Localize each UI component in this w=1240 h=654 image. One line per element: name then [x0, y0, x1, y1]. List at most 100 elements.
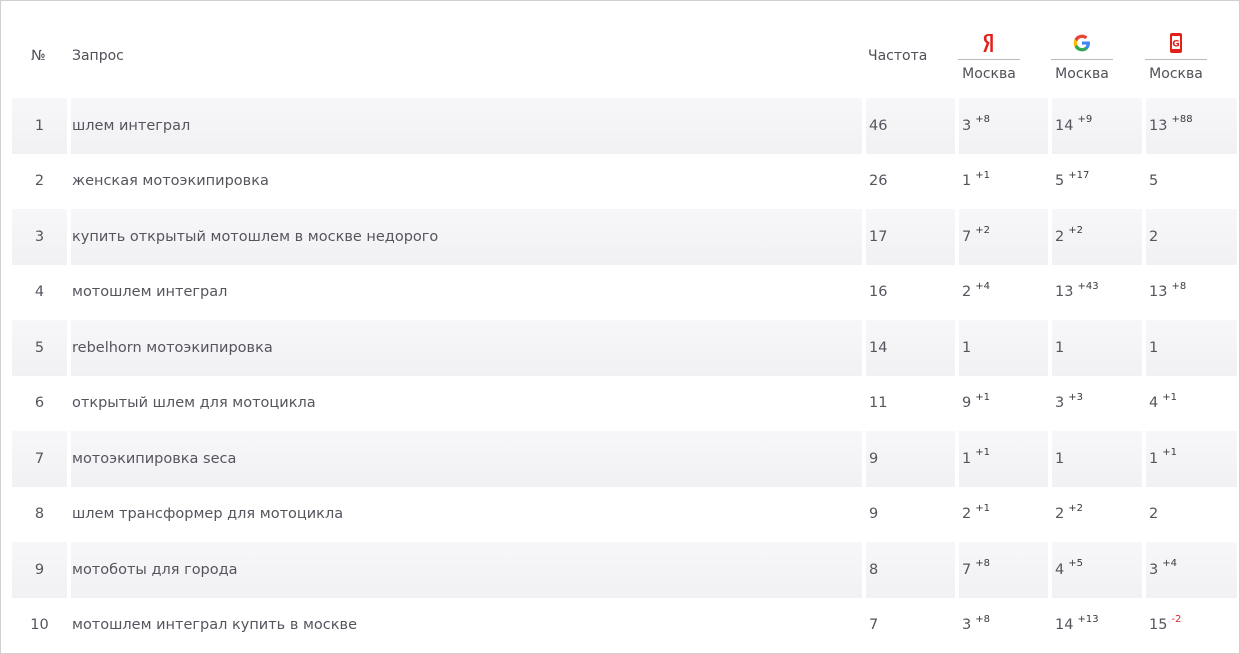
column-header-number: № [31, 48, 46, 64]
google-rank: 2 [1055, 228, 1065, 245]
table-row: 5 rebelhorn мотоэкипировка 14 1 1 1 [12, 320, 1237, 376]
query-frequency: 7 [869, 617, 879, 634]
yandex-rank-change: +1 [975, 502, 990, 514]
svg-text:G: G [1172, 40, 1179, 50]
google-icon [1051, 31, 1113, 55]
query-text: женская мотоэкипировка [72, 173, 269, 190]
query-frequency: 9 [869, 506, 879, 523]
google-rank: 2 [1055, 506, 1065, 523]
table-row: 10 мотошлем интеграл купить в москве 7 3 +8 1… [12, 598, 1237, 654]
row-number: 6 [34, 395, 45, 412]
yandex-position: 1 +1 [962, 431, 1052, 487]
google-rank-change: +2 [1068, 502, 1083, 514]
table-row: 7 мотоэкипировка seca 9 1 +1 1 1 +1 [12, 431, 1237, 487]
google-rank-change: +17 [1068, 169, 1090, 181]
google-position: 2 +2 [1055, 209, 1145, 265]
column-separator [67, 431, 71, 487]
mobile-rank-change: +88 [1171, 114, 1193, 126]
mobile-rank-change: +1 [1162, 391, 1177, 403]
google-rank: 14 [1055, 117, 1074, 134]
column-separator [955, 209, 959, 265]
yandex-rank-change: +8 [975, 114, 990, 126]
yandex-rank: 2 [962, 506, 972, 523]
yandex-rank: 3 [962, 117, 972, 134]
query-frequency: 14 [869, 339, 888, 356]
yandex-rank-change: +1 [975, 391, 990, 403]
yandex-position: 3 +8 [962, 98, 1052, 154]
query-frequency: 9 [869, 450, 879, 467]
column-separator [862, 320, 866, 376]
column-header-frequency: Частота [868, 48, 928, 64]
google-rank: 5 [1055, 173, 1065, 190]
row-number: 5 [34, 339, 45, 356]
column-separator [862, 98, 866, 154]
google-position: 1 [1055, 431, 1145, 487]
google-position: 2 +2 [1055, 487, 1145, 543]
query-text: мотошлем интеграл [72, 284, 228, 301]
google-rank: 14 [1055, 617, 1074, 634]
yandex-rank: 2 [962, 284, 972, 301]
query-frequency: 8 [869, 561, 879, 578]
mobile-city-label: Москва [1149, 66, 1203, 82]
yandex-rank-change: +8 [975, 613, 990, 625]
mobile-position: 13 +8 [1149, 265, 1239, 321]
mobile-position: 13 +88 [1149, 98, 1239, 154]
mobile-position: 2 [1149, 487, 1239, 543]
table-header: № Запрос Частота Москва Москва G Москва [12, 1, 1237, 98]
column-separator [862, 542, 866, 598]
mobile-position: 4 +1 [1149, 376, 1239, 432]
mobile-rank: 15 [1149, 617, 1168, 634]
row-number: 4 [34, 284, 45, 301]
mobile-rank: 2 [1149, 228, 1159, 245]
google-city-label: Москва [1055, 66, 1109, 82]
yandex-rank: 3 [962, 617, 972, 634]
query-frequency: 17 [869, 228, 888, 245]
mobile-rank-change: +4 [1162, 558, 1177, 570]
google-position: 4 +5 [1055, 542, 1145, 598]
mobile-position: 1 [1149, 320, 1239, 376]
google-rank-change: +3 [1068, 391, 1083, 403]
google-position: 3 +3 [1055, 376, 1145, 432]
google-position: 5 +17 [1055, 154, 1145, 210]
table-row: 1 шлем интеграл 46 3 +8 14 +9 13 +88 [12, 98, 1237, 154]
column-separator [862, 431, 866, 487]
query-text: шлем интеграл [72, 117, 191, 134]
google-rank-change: +13 [1077, 613, 1099, 625]
row-number: 9 [34, 561, 45, 578]
query-text: rebelhorn мотоэкипировка [72, 339, 273, 356]
google-position: 14 +13 [1055, 598, 1145, 654]
google-rank-change: +43 [1077, 280, 1099, 292]
rankings-table: № Запрос Частота Москва Москва G Москва … [12, 1, 1237, 653]
header-divider [958, 59, 1020, 60]
google-rank-change: +9 [1077, 114, 1093, 126]
mobile-rank: 2 [1149, 506, 1159, 523]
table-row: 6 открытый шлем для мотоцикла 11 9 +1 3 +3 4 +1 [12, 376, 1237, 432]
table-row: 3 купить открытый мотошлем в москве недор… [12, 209, 1237, 265]
row-number: 8 [34, 506, 45, 523]
table-row: 8 шлем трансформер для мотоцикла 9 2 +1 2 +2 2 [12, 487, 1237, 543]
mobile-rank: 1 [1149, 450, 1159, 467]
yandex-position: 1 [962, 320, 1052, 376]
yandex-position: 7 +8 [962, 542, 1052, 598]
header-divider [1051, 59, 1113, 60]
yandex-position: 2 +4 [962, 265, 1052, 321]
query-frequency: 16 [869, 284, 888, 301]
yandex-icon [958, 31, 1020, 55]
google-rank: 1 [1055, 450, 1065, 467]
yandex-position: 3 +8 [962, 598, 1052, 654]
mobile-rank-change: +1 [1162, 447, 1177, 459]
query-text: шлем трансформер для мотоцикла [72, 506, 344, 523]
query-text: открытый шлем для мотоцикла [72, 395, 316, 412]
yandex-rank: 1 [962, 450, 972, 467]
row-number: 2 [34, 173, 45, 190]
yandex-position: 1 +1 [962, 154, 1052, 210]
query-frequency: 26 [869, 173, 888, 190]
mobile-position: 2 [1149, 209, 1239, 265]
yandex-rank: 7 [962, 228, 972, 245]
google-position: 13 +43 [1055, 265, 1145, 321]
mobile-position: 3 +4 [1149, 542, 1239, 598]
yandex-rank-change: +2 [975, 225, 990, 237]
table-row: 4 мотошлем интеграл 16 2 +4 13 +43 13 +8 [12, 265, 1237, 321]
yandex-rank: 9 [962, 395, 972, 412]
mobile-rank: 4 [1149, 395, 1159, 412]
